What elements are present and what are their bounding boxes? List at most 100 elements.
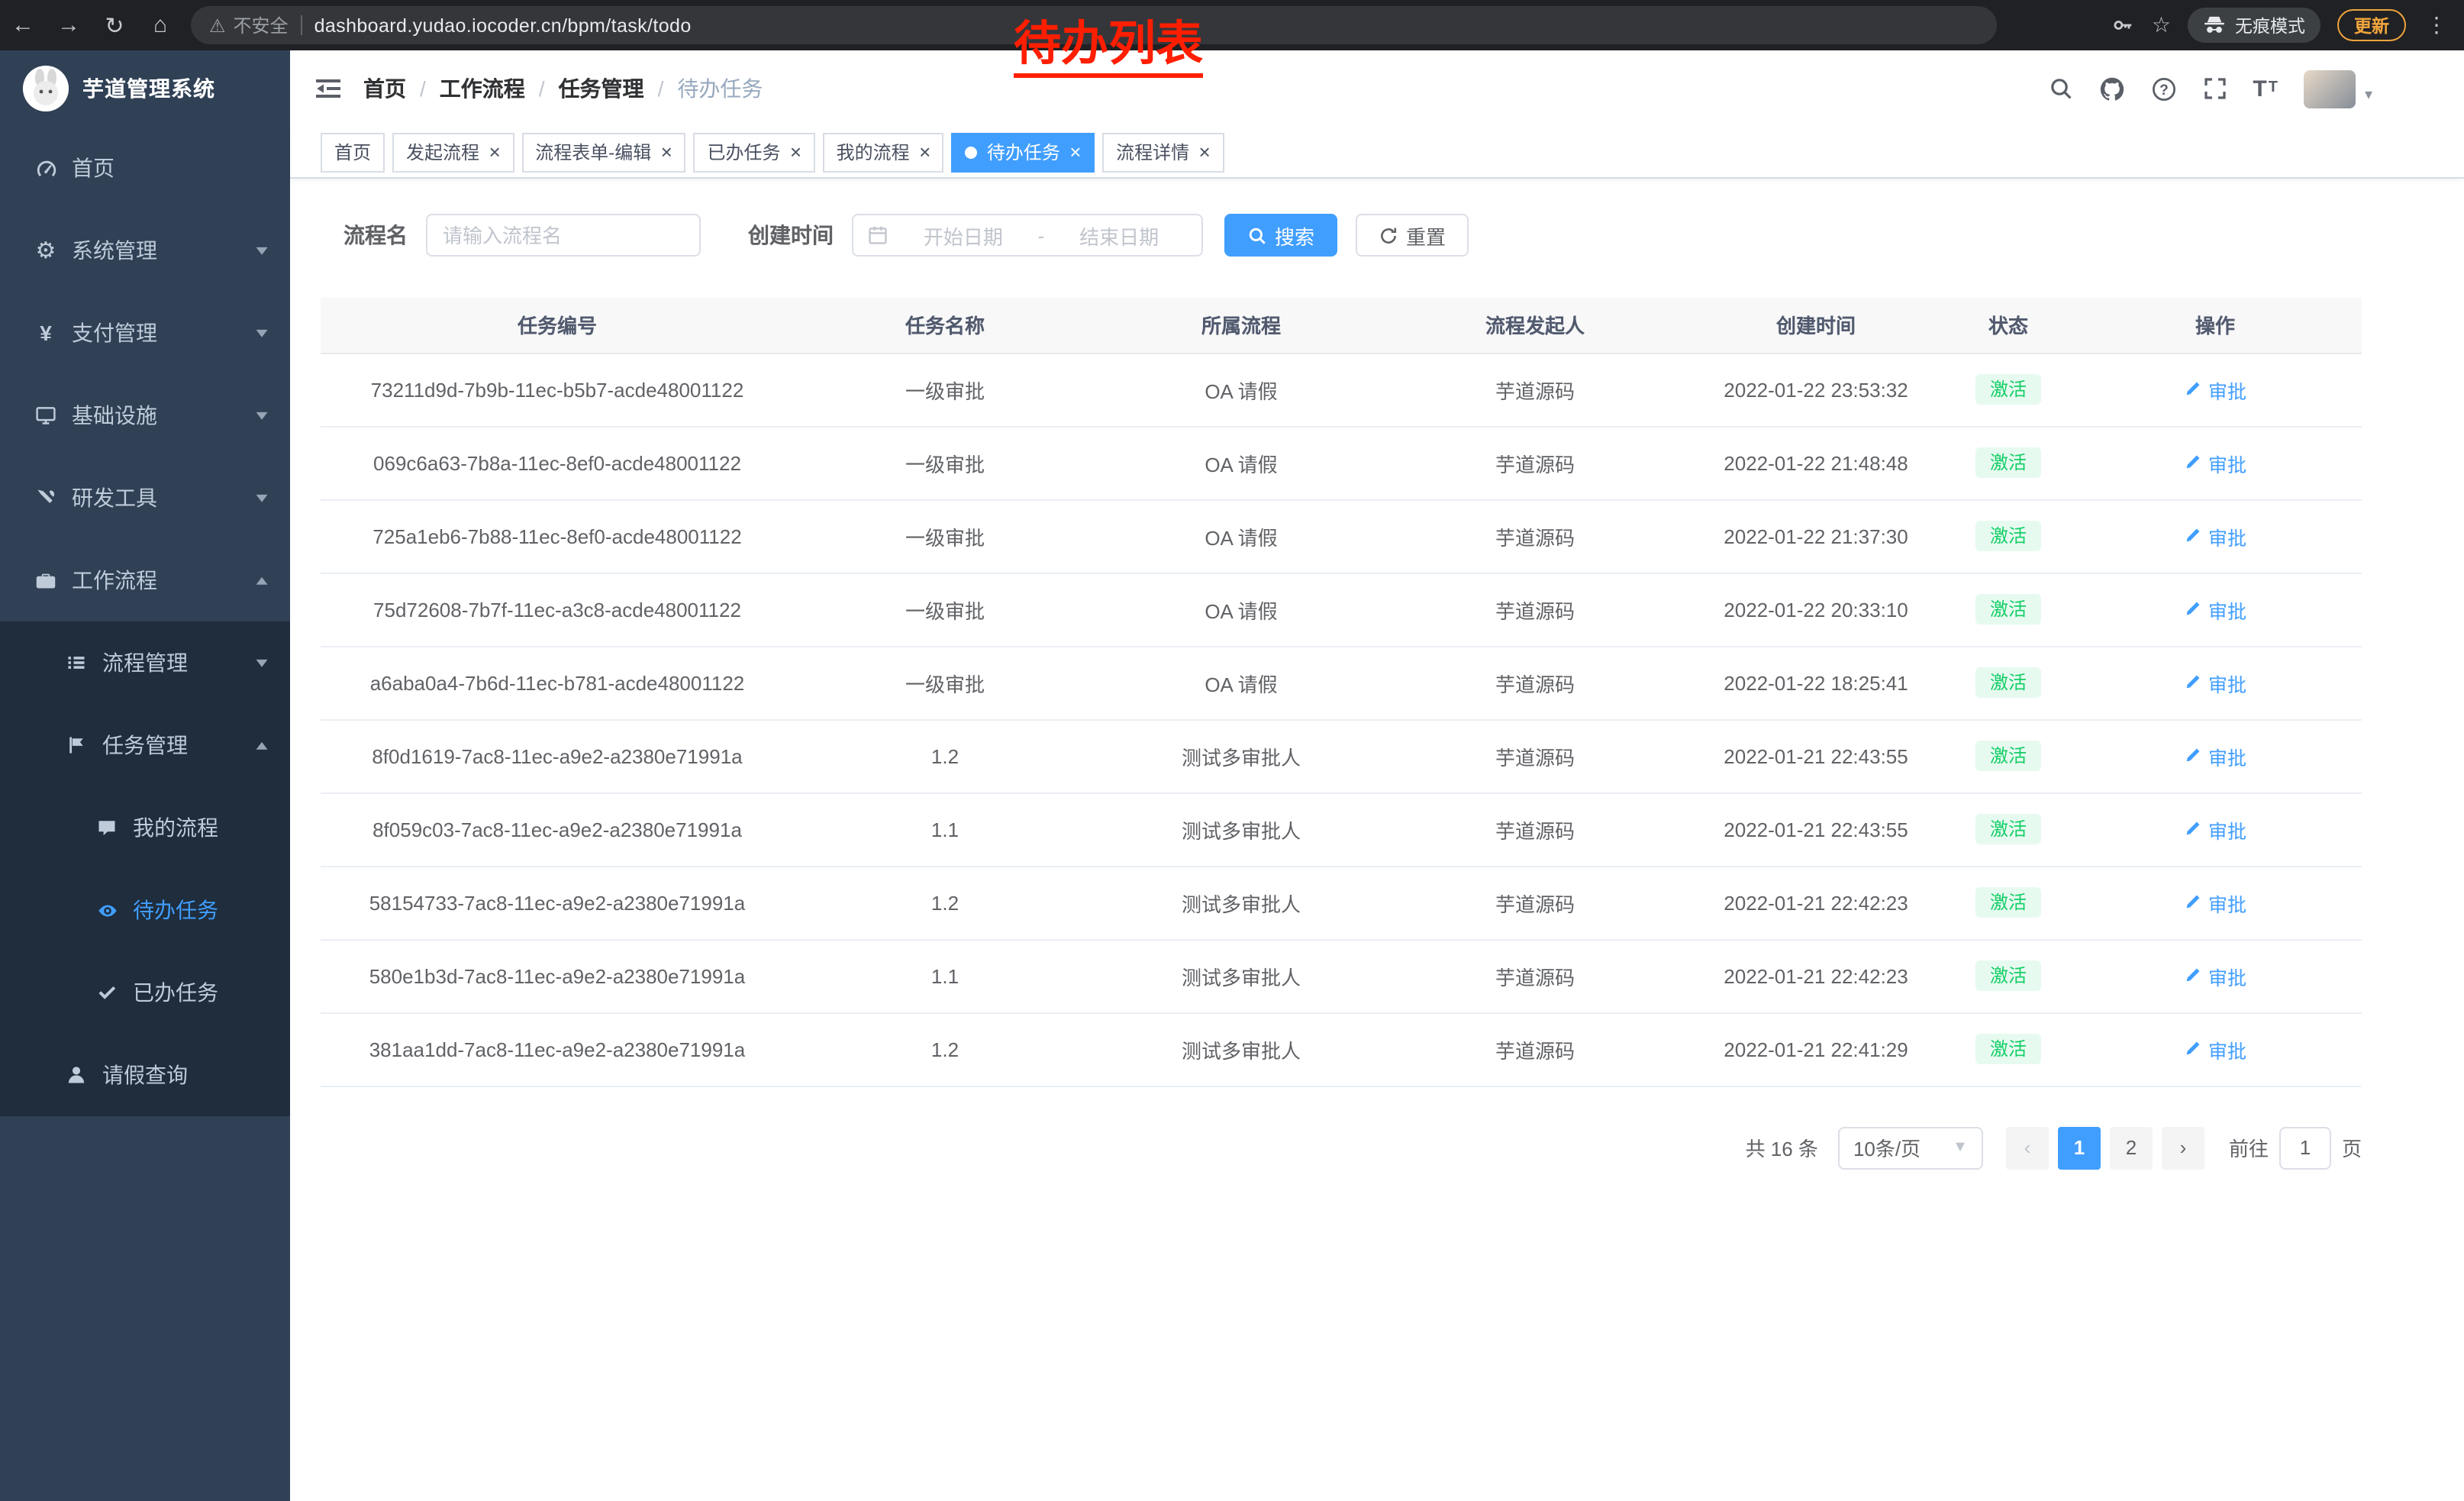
start-date-placeholder[interactable]: 开始日期 (895, 221, 1032, 250)
sidebar-item-workflow[interactable]: 工作流程 ▴ (0, 539, 290, 621)
goto-page-input[interactable] (2279, 1126, 2331, 1169)
cell-task-name: 1.2 (794, 866, 1096, 939)
main-content: 流程名 创建时间 开始日期 - 结束日期 搜索 (290, 179, 2464, 1501)
cell-starter: 芋道源码 (1386, 866, 1684, 939)
sidebar-item-leave-query[interactable]: 请假查询 (0, 1034, 290, 1116)
process-name-label: 流程名 (343, 220, 408, 250)
cell-action: 审批 (2069, 719, 2362, 792)
cell-starter: 芋道源码 (1386, 719, 1684, 792)
tab-done-task[interactable]: 已办任务 × (693, 132, 814, 172)
cell-process: 测试多审批人 (1096, 1012, 1386, 1086)
sidebar-item-home[interactable]: 首页 (0, 127, 290, 209)
approve-link[interactable]: 审批 (2184, 815, 2246, 844)
bookmark-star-icon[interactable]: ☆ (2152, 12, 2171, 38)
sidebar-item-done-task[interactable]: 已办任务 (0, 951, 290, 1034)
caret-down-icon[interactable]: ▾ (2365, 86, 2372, 108)
svg-text:?: ? (2159, 82, 2169, 98)
question-icon[interactable]: ? (2150, 76, 2176, 102)
status-badge: 激活 (1976, 374, 2040, 405)
sidebar-item-system[interactable]: ⚙ 系统管理 ▾ (0, 209, 290, 292)
close-icon[interactable]: × (789, 142, 801, 162)
status-badge: 激活 (1976, 814, 2040, 845)
close-icon[interactable]: × (1198, 142, 1210, 162)
tab-my-process[interactable]: 我的流程 × (823, 132, 944, 172)
browser-forward-icon[interactable]: → (46, 12, 92, 38)
approve-link[interactable]: 审批 (2184, 961, 2246, 990)
approve-link[interactable]: 审批 (2184, 741, 2246, 770)
page-button-2[interactable]: 2 (2110, 1126, 2153, 1169)
chevron-icon: ▾ (256, 324, 267, 341)
breadcrumb: 首页 / 工作流程 / 任务管理 / 待办任务 (363, 73, 763, 104)
prev-page-button[interactable]: ‹ (2006, 1126, 2049, 1169)
sidebar-item-process-mgmt[interactable]: 流程管理 ▾ (0, 621, 290, 704)
close-icon[interactable]: × (660, 142, 672, 162)
browser-home-icon[interactable]: ⌂ (137, 12, 183, 38)
end-date-placeholder[interactable]: 结束日期 (1050, 221, 1188, 250)
reset-button[interactable]: 重置 (1356, 214, 1469, 257)
sidebar-item-devtools[interactable]: 研发工具 ▾ (0, 457, 290, 539)
dashboard-icon (31, 157, 61, 179)
browser-update-button[interactable]: 更新 (2337, 9, 2406, 41)
tab-todo-task[interactable]: 待办任务 × (952, 132, 1095, 172)
sidebar-item-payment[interactable]: ¥ 支付管理 ▾ (0, 292, 290, 374)
approve-link[interactable]: 审批 (2184, 595, 2246, 624)
close-icon[interactable]: × (1069, 142, 1081, 162)
browser-back-icon[interactable]: ← (0, 12, 46, 38)
cell-process: OA 请假 (1096, 426, 1386, 499)
flag-icon (61, 734, 92, 756)
breadcrumb-item[interactable]: / 工作流程 (406, 73, 525, 104)
breadcrumb-item[interactable]: 首页 (363, 73, 406, 104)
process-name-input[interactable] (426, 214, 701, 257)
approve-link[interactable]: 审批 (2184, 521, 2246, 550)
sidebar-item-infra[interactable]: 基础设施 ▾ (0, 374, 290, 457)
close-icon[interactable]: × (489, 142, 500, 162)
search-icon[interactable] (2048, 76, 2072, 101)
next-page-button[interactable]: › (2162, 1126, 2204, 1169)
key-icon[interactable] (2112, 14, 2135, 37)
cell-status: 激活 (1948, 792, 2069, 866)
edit-pen-icon (2184, 820, 2202, 838)
cell-create-time: 2022-01-22 20:33:10 (1684, 573, 1948, 646)
sidebar-item-task-mgmt[interactable]: 任务管理 ▴ (0, 704, 290, 786)
date-range-picker[interactable]: 开始日期 - 结束日期 (852, 214, 1203, 257)
approve-link[interactable]: 审批 (2184, 1035, 2246, 1064)
sidebar-item-todo-task[interactable]: 待办任务 (0, 869, 290, 951)
column-header: 所属流程 (1096, 298, 1386, 353)
search-button[interactable]: 搜索 (1224, 214, 1337, 257)
fontsize-icon[interactable]: TT (2253, 77, 2278, 100)
tab-process-detail[interactable]: 流程详情 × (1102, 132, 1224, 172)
approve-link[interactable]: 审批 (2184, 668, 2246, 697)
tab-bar: 首页 发起流程 × 流程表单-编辑 × 已办任务 × 我的流程 × 待办任务 (290, 127, 2464, 179)
browser-menu-icon[interactable]: ⋮ (2423, 12, 2450, 38)
close-icon[interactable]: × (919, 142, 930, 162)
check-icon (92, 982, 122, 1003)
gear-icon: ⚙ (31, 237, 61, 264)
fullscreen-icon[interactable] (2202, 76, 2227, 101)
table-row-1: 069c6a63-7b8a-11ec-8ef0-acde48001122 一级审… (321, 426, 2362, 499)
tab-start-process[interactable]: 发起流程 × (392, 132, 514, 172)
breadcrumb-item[interactable]: / 任务管理 (525, 73, 644, 104)
github-icon[interactable] (2098, 76, 2124, 102)
url-text: dashboard.yudao.iocoder.cn/bpm/task/todo (314, 15, 692, 36)
security-warning[interactable]: ⚠ 不安全 (209, 12, 289, 38)
breadcrumb-item[interactable]: / 待办任务 (644, 73, 763, 104)
app-logo[interactable]: 芋道管理系统 (0, 50, 290, 127)
approve-link[interactable]: 审批 (2184, 448, 2246, 477)
page-size-select[interactable]: 10条/页 ▼ (1838, 1126, 1983, 1169)
cell-action: 审批 (2069, 866, 2362, 939)
page-button-1[interactable]: 1 (2058, 1126, 2101, 1169)
table-row-7: 58154733-7ac8-11ec-a9e2-a2380e71991a 1.2… (321, 866, 2362, 939)
chevron-icon: ▴ (256, 737, 267, 754)
cell-task-id: 381aa1dd-7ac8-11ec-a9e2-a2380e71991a (321, 1012, 794, 1086)
cell-status: 激活 (1948, 866, 2069, 939)
sidebar-collapse-icon[interactable] (290, 75, 363, 102)
tab-form-edit[interactable]: 流程表单-编辑 × (521, 132, 685, 172)
approve-link[interactable]: 审批 (2184, 375, 2246, 404)
sidebar-item-my-process[interactable]: 我的流程 (0, 786, 290, 869)
logo-image (23, 66, 69, 111)
avatar[interactable] (2304, 69, 2356, 108)
browser-reload-icon[interactable]: ↻ (92, 11, 137, 39)
tab-home[interactable]: 首页 (321, 132, 385, 172)
edit-pen-icon (2184, 747, 2202, 765)
approve-link[interactable]: 审批 (2184, 888, 2246, 917)
